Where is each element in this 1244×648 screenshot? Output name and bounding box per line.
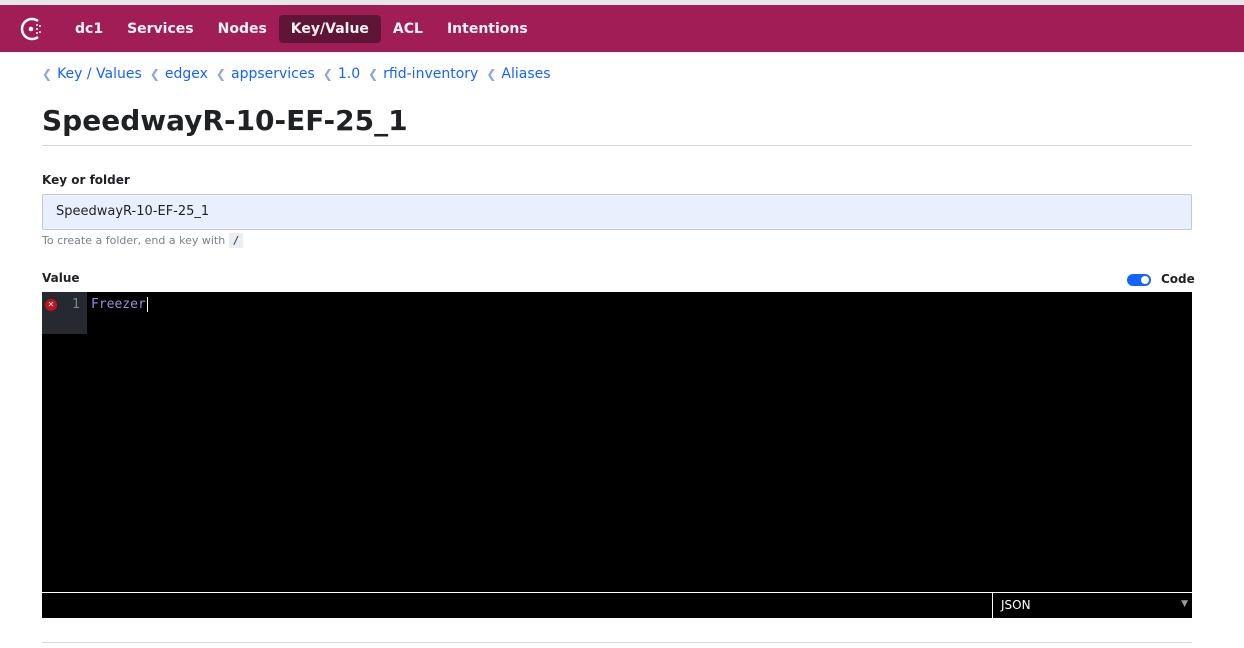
nav-services[interactable]: Services [115, 15, 206, 43]
breadcrumb-label: appservices [230, 66, 315, 82]
line-number: 1 [72, 297, 80, 312]
breadcrumb-label: Key / Values [57, 66, 142, 82]
chevron-left-icon: ❮ [149, 67, 160, 81]
chevron-left-icon: ❮ [322, 67, 333, 81]
code-toggle-label[interactable]: Code [1161, 272, 1195, 286]
nav-dc1[interactable]: dc1 [63, 15, 115, 43]
breadcrumb-label: rfid-inventory [383, 66, 479, 82]
breadcrumb-label: edgex [164, 66, 208, 82]
consul-logo-icon[interactable] [17, 14, 47, 44]
mode-value: JSON [1001, 598, 1031, 612]
error-x-icon: ✕ [45, 299, 57, 311]
breadcrumb-link[interactable]: ❮ rfid-inventory [368, 66, 478, 82]
editor-gutter: ✕ 1 [42, 292, 87, 334]
breadcrumb-link[interactable]: ❮ 1.0 [323, 66, 360, 82]
chevron-left-icon: ❮ [215, 67, 226, 81]
breadcrumb-link[interactable]: ❮ appservices [216, 66, 315, 82]
key-input[interactable]: SpeedwayR-10-EF-25_1 [42, 194, 1192, 230]
divider [42, 642, 1192, 643]
page-title: SpeedwayR-10-EF-25_1 [42, 104, 408, 137]
breadcrumb-link[interactable]: ❮ edgex [150, 66, 208, 82]
breadcrumb: ❮ Key / Values ❮ edgex ❮ appservices ❮ 1.0 ❮… [42, 66, 559, 82]
hint-text: To create a folder, end a key with [42, 234, 226, 247]
breadcrumb-label: 1.0 [337, 66, 361, 82]
code-editor[interactable]: ✕ 1 Freezer [42, 292, 1192, 592]
value-label: Value [42, 271, 80, 285]
nav-intentions[interactable]: Intentions [435, 15, 540, 43]
chevron-left-icon: ❮ [368, 67, 379, 81]
chevron-left-icon: ❮ [486, 67, 497, 81]
nav-key-value[interactable]: Key/Value [278, 14, 381, 43]
editor-line[interactable]: Freezer [91, 297, 148, 312]
breadcrumb-link[interactable]: ❮ Aliases [486, 66, 550, 82]
top-nav: dc1 Services Nodes Key/Value ACL Intenti… [0, 5, 1244, 52]
key-label: Key or folder [42, 173, 130, 187]
mode-select[interactable]: JSON ▼ [992, 593, 1192, 618]
nav-nodes[interactable]: Nodes [206, 15, 279, 43]
chevron-left-icon: ❮ [42, 67, 53, 81]
code-toggle[interactable] [1127, 274, 1151, 286]
caret-down-icon: ▼ [1181, 599, 1188, 609]
hint-code: / [228, 233, 244, 248]
key-hint: To create a folder, end a key with / [42, 233, 244, 248]
nav-acl[interactable]: ACL [381, 15, 435, 43]
editor-footer: JSON ▼ [42, 592, 1192, 618]
breadcrumb-label: Aliases [501, 66, 551, 82]
breadcrumb-link[interactable]: ❮ Key / Values [42, 66, 142, 82]
divider [42, 145, 1192, 146]
